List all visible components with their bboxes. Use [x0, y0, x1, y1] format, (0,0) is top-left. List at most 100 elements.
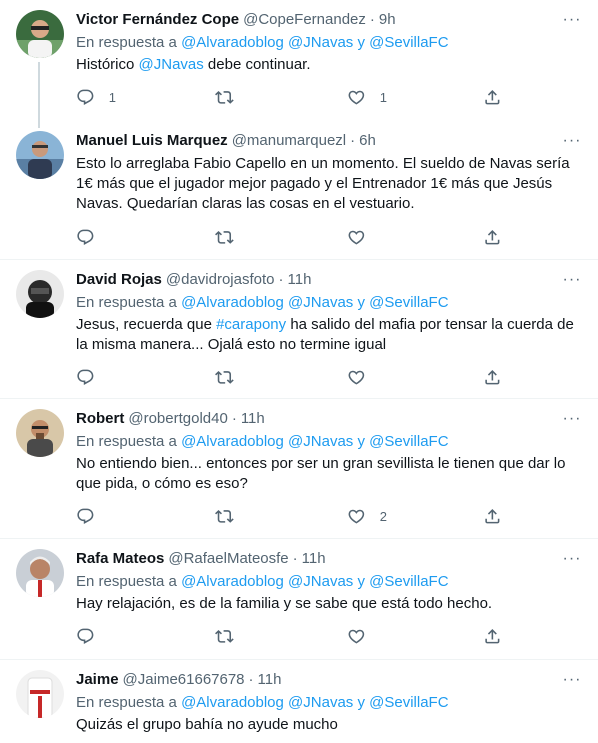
author-name[interactable]: David Rojas: [76, 270, 162, 290]
retweet-button[interactable]: [215, 507, 347, 526]
tweet-actions: 1 1: [76, 81, 582, 113]
avatar[interactable]: [16, 549, 64, 597]
avatar[interactable]: [16, 270, 64, 318]
share-icon: [485, 369, 500, 385]
like-count: 2: [379, 508, 387, 524]
tweet-time[interactable]: 11h: [302, 549, 326, 569]
mention-link[interactable]: @SevillaFC: [369, 294, 448, 311]
retweet-button[interactable]: [215, 627, 347, 646]
mention-link[interactable]: @JNavas: [288, 294, 353, 311]
mention-link[interactable]: @Alvaradoblog: [181, 433, 284, 450]
share-button[interactable]: [483, 228, 523, 247]
author-handle[interactable]: @robertgold40: [128, 409, 227, 429]
retweet-icon: [215, 90, 234, 104]
avatar-column: [16, 670, 64, 743]
reply-context: En respuesta a @Alvaradoblog @JNavas y @…: [76, 293, 582, 313]
separator-dot: ·: [369, 11, 375, 28]
reply-context: En respuesta a @Alvaradoblog @JNavas y @…: [76, 572, 582, 592]
more-icon[interactable]: ···: [562, 272, 582, 288]
share-button[interactable]: [483, 507, 523, 526]
hashtag-link[interactable]: #carapony: [216, 316, 286, 333]
avatar[interactable]: [16, 670, 64, 718]
tweet[interactable]: Jaime @Jaime61667678 · 11h En respuesta …: [0, 660, 598, 743]
like-button[interactable]: [347, 627, 483, 646]
mention-link[interactable]: @JNavas: [288, 34, 353, 51]
tweet-time[interactable]: 9h: [379, 10, 396, 30]
author-name[interactable]: Victor Fernández Cope: [76, 10, 239, 30]
retweet-icon: [215, 370, 234, 384]
mention-link[interactable]: @JNavas: [288, 433, 353, 450]
retweet-button[interactable]: [215, 368, 347, 387]
reply-button[interactable]: [76, 627, 215, 646]
tweet[interactable]: Robert @robertgold40 · 11h En respuesta …: [0, 399, 598, 539]
share-icon: [485, 229, 500, 245]
mention-link[interactable]: @JNavas: [288, 573, 353, 590]
author-name[interactable]: Rafa Mateos: [76, 549, 164, 569]
mention-link[interactable]: @SevillaFC: [369, 694, 448, 711]
like-button[interactable]: 1: [347, 88, 483, 107]
avatar-column: [16, 131, 64, 259]
reply-button[interactable]: 1: [76, 88, 215, 107]
mention-link-conjunction: y: [357, 34, 365, 51]
avatar[interactable]: [16, 409, 64, 457]
author-name[interactable]: Robert: [76, 409, 124, 429]
mention-link[interactable]: @JNavas: [288, 694, 353, 711]
author-handle[interactable]: @CopeFernandez: [243, 10, 366, 30]
tweet-time[interactable]: 11h: [241, 409, 265, 429]
mention-link[interactable]: @SevillaFC: [369, 573, 448, 590]
share-button[interactable]: [483, 627, 523, 646]
tweet-time[interactable]: 6h: [359, 131, 376, 151]
like-button[interactable]: [347, 228, 483, 247]
like-button[interactable]: 2: [347, 507, 483, 526]
tweet-header: Rafa Mateos @RafaelMateosfe · 11h: [76, 549, 582, 569]
tweet-header: Robert @robertgold40 · 11h: [76, 409, 582, 429]
author-handle[interactable]: @manumarquezl: [232, 131, 346, 151]
avatar[interactable]: [16, 131, 64, 179]
mention-link[interactable]: @JNavas: [139, 56, 204, 73]
reply-prefix: En respuesta a: [76, 433, 177, 450]
mention-link[interactable]: @SevillaFC: [369, 34, 448, 51]
tweet-header: Manuel Luis Marquez @manumarquezl · 6h: [76, 131, 582, 151]
share-icon: [485, 89, 500, 105]
tweet-text: Esto lo arreglaba Fabio Capello en un mo…: [76, 155, 570, 212]
reply-button[interactable]: [76, 507, 215, 526]
reply-icon: [77, 369, 94, 385]
share-icon: [485, 508, 500, 524]
author-name[interactable]: Manuel Luis Marquez: [76, 131, 228, 151]
share-button[interactable]: [483, 88, 523, 107]
more-icon[interactable]: ···: [562, 133, 582, 149]
tweet-content: Victor Fernández Cope @CopeFernandez · 9…: [76, 10, 582, 121]
mention-link[interactable]: @SevillaFC: [369, 433, 448, 450]
avatar[interactable]: [16, 10, 64, 58]
reply-button[interactable]: [76, 228, 215, 247]
tweet[interactable]: David Rojas @davidrojasfoto · 11h En res…: [0, 260, 598, 399]
tweet-time[interactable]: 11h: [258, 670, 282, 690]
author-handle[interactable]: @davidrojasfoto: [166, 270, 275, 290]
share-button[interactable]: [483, 368, 523, 387]
author-name[interactable]: Jaime: [76, 670, 119, 690]
tweet[interactable]: Manuel Luis Marquez @manumarquezl · 6h E…: [0, 121, 598, 260]
tweet[interactable]: Rafa Mateos @RafaelMateosfe · 11h En res…: [0, 539, 598, 660]
tweet[interactable]: Victor Fernández Cope @CopeFernandez · 9…: [0, 0, 598, 128]
tweet-time[interactable]: 11h: [288, 270, 312, 290]
more-icon[interactable]: ···: [562, 551, 582, 567]
more-icon[interactable]: ···: [562, 672, 582, 688]
mention-link[interactable]: @Alvaradoblog: [181, 294, 284, 311]
like-button[interactable]: [347, 368, 483, 387]
mention-link[interactable]: @Alvaradoblog: [181, 694, 284, 711]
reply-context: En respuesta a @Alvaradoblog @JNavas y @…: [76, 33, 582, 53]
mention-link-conjunction: y: [357, 433, 365, 450]
more-icon[interactable]: ···: [562, 12, 582, 28]
tweet-actions: [76, 361, 582, 393]
like-icon: [348, 509, 365, 524]
reply-button[interactable]: [76, 368, 215, 387]
reply-icon: [77, 628, 94, 644]
author-handle[interactable]: @RafaelMateosfe: [168, 549, 288, 569]
mention-link[interactable]: @Alvaradoblog: [181, 34, 284, 51]
author-handle[interactable]: @Jaime61667678: [123, 670, 245, 690]
mention-link[interactable]: @Alvaradoblog: [181, 573, 284, 590]
retweet-button[interactable]: [215, 228, 347, 247]
separator-dot: ·: [231, 410, 237, 427]
retweet-button[interactable]: [215, 88, 347, 107]
more-icon[interactable]: ···: [562, 411, 582, 427]
